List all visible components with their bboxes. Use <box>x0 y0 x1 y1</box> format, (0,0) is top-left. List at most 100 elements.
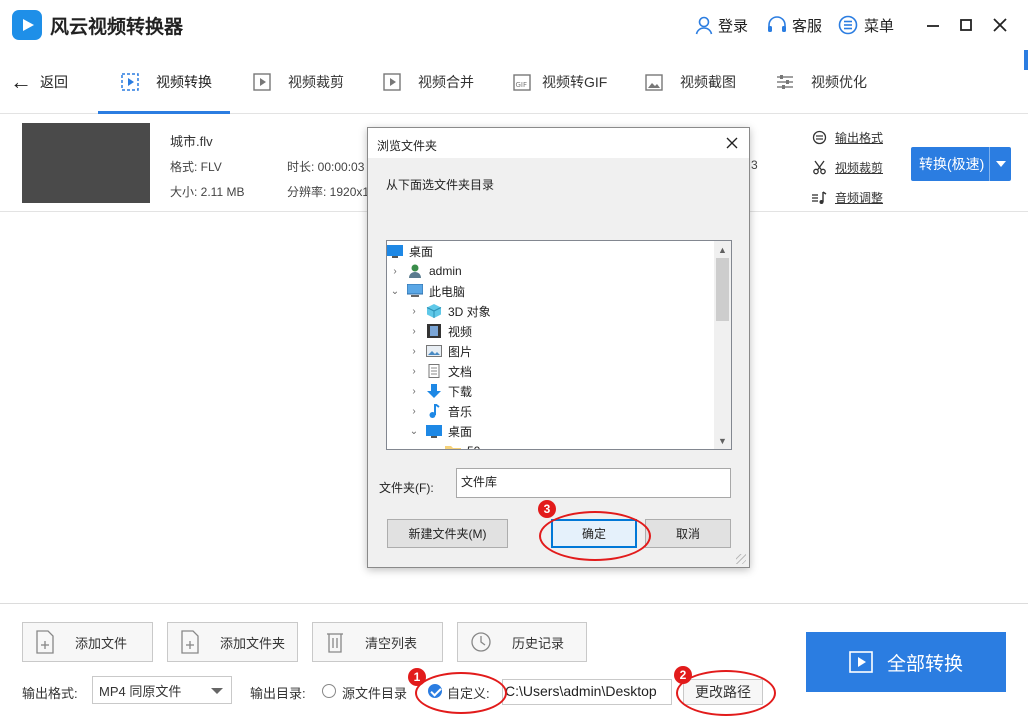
clear-list-button[interactable]: 清空列表 <box>312 622 443 662</box>
menu-button[interactable]: 菜单 <box>838 14 894 36</box>
download-icon <box>427 384 441 398</box>
user-icon <box>409 264 421 278</box>
close-button[interactable] <box>989 14 1011 36</box>
scroll-down-icon[interactable]: ▼ <box>714 432 731 449</box>
history-button[interactable]: 历史记录 <box>457 622 587 662</box>
tab-label: 视频优化 <box>811 73 867 90</box>
tree-item-desktop[interactable]: ⌄ 桌面 <box>408 421 472 441</box>
chevron-right-icon[interactable]: › <box>389 266 401 277</box>
folder-tree[interactable]: 桌面 › admin ⌄ 此电脑 › 3D 对象 › 视频 › 图片 › 文档 … <box>386 240 732 450</box>
maximize-button[interactable] <box>955 14 977 36</box>
music-icon <box>429 404 440 418</box>
tree-item-desktop-root[interactable]: 桌面 <box>387 241 433 261</box>
tab-video-convert[interactable]: 视频转换 <box>98 50 230 114</box>
bottom-panel: 添加文件 添加文件夹 清空列表 历史记录 全部转换 输出格式: MP4 同原文件… <box>0 603 1028 721</box>
chevron-right-icon[interactable]: › <box>408 326 420 337</box>
back-button[interactable]: ← 返回 <box>10 71 68 93</box>
folder-icon <box>445 446 461 449</box>
clock-icon <box>471 632 491 652</box>
dialog-close-button[interactable] <box>721 132 743 154</box>
screenshot-icon <box>645 73 663 91</box>
close-icon <box>993 18 1007 32</box>
add-folder-icon <box>181 630 199 654</box>
tab-label: 视频合并 <box>418 73 474 90</box>
history-label: 历史记录 <box>512 635 565 651</box>
scroll-up-icon[interactable]: ▲ <box>714 241 731 258</box>
chevron-down-icon[interactable]: ⌄ <box>389 286 401 297</box>
convert-options-dropdown[interactable] <box>989 147 1011 181</box>
output-format-select[interactable]: MP4 同原文件 <box>92 676 232 704</box>
convert-fast-button[interactable]: 转换(极速) <box>911 147 1011 181</box>
app-logo-icon <box>12 10 42 40</box>
tree-item-label: 桌面 <box>448 424 473 439</box>
add-folder-button[interactable]: 添加文件夹 <box>167 622 298 662</box>
tab-video-to-gif[interactable]: GIF 视频转GIF <box>512 50 607 113</box>
chevron-down-icon[interactable]: ⌄ <box>408 426 420 437</box>
computer-icon <box>407 284 423 297</box>
tab-video-merge[interactable]: 视频合并 <box>382 50 474 113</box>
dialog-title-bar: 浏览文件夹 <box>368 128 749 158</box>
annotation-badge-1: 1 <box>408 668 426 686</box>
login-button[interactable]: 登录 <box>694 14 748 36</box>
output-dir-label: 输出目录: <box>250 686 306 701</box>
video-folder-icon <box>427 324 441 338</box>
menu-label: 菜单 <box>864 17 895 35</box>
tree-scrollbar[interactable]: ▲ ▼ <box>714 241 731 449</box>
service-label: 客服 <box>792 17 823 35</box>
3d-objects-icon <box>426 304 442 318</box>
chevron-right-icon[interactable]: › <box>408 346 420 357</box>
video-merge-icon <box>383 72 401 91</box>
chevron-right-icon[interactable]: › <box>408 306 420 317</box>
tab-video-crop[interactable]: 视频裁剪 <box>252 50 344 113</box>
file-duration: 时长: 00:00:03 <box>287 160 365 174</box>
svg-text:GIF: GIF <box>516 81 528 89</box>
source-dir-radio[interactable] <box>322 684 336 698</box>
cancel-button[interactable]: 取消 <box>645 519 731 548</box>
new-folder-button[interactable]: 新建文件夹(M) <box>387 519 508 548</box>
chevron-right-icon[interactable]: › <box>408 406 420 417</box>
folder-name-field[interactable]: 文件库 <box>456 468 731 498</box>
video-crop-icon <box>253 72 271 91</box>
output-format-label: 输出格式 <box>835 131 884 145</box>
tree-item-videos[interactable]: › 视频 <box>408 321 472 341</box>
tree-item-music[interactable]: › 音乐 <box>408 401 472 421</box>
output-path-field[interactable]: C:\Users\admin\Desktop <box>502 679 672 705</box>
audio-adjust-link[interactable]: 音频调整 <box>812 189 883 206</box>
gif-icon: GIF <box>513 73 531 91</box>
app-title: 风云视频转换器 <box>50 17 184 38</box>
custom-dir-radio[interactable] <box>428 684 442 698</box>
customer-service-button[interactable]: 客服 <box>766 14 822 36</box>
chevron-down-icon <box>211 688 223 694</box>
optimize-icon <box>777 74 793 89</box>
tab-video-optimize[interactable]: 视频优化 <box>775 50 867 113</box>
tree-item-3d-objects[interactable]: › 3D 对象 <box>408 301 491 321</box>
scrollbar-thumb[interactable] <box>716 258 729 321</box>
source-dir-label: 源文件目录 <box>342 686 408 701</box>
convert-all-button[interactable]: 全部转换 <box>806 632 1006 692</box>
ok-button[interactable]: 确定 <box>551 519 637 548</box>
minimize-button[interactable] <box>922 14 944 36</box>
chevron-right-icon[interactable]: › <box>408 366 420 377</box>
annotation-badge-2: 2 <box>674 666 692 684</box>
tree-item-pictures[interactable]: › 图片 <box>408 341 472 361</box>
tab-label: 视频转换 <box>156 73 212 90</box>
chevron-down-icon <box>995 161 1006 167</box>
tree-item-label: 桌面 <box>409 244 434 259</box>
chevron-right-icon[interactable]: › <box>408 386 420 397</box>
convert-all-label: 全部转换 <box>886 653 963 675</box>
change-path-button[interactable]: 更改路径 <box>683 679 763 705</box>
tree-item-documents[interactable]: › 文档 <box>408 361 472 381</box>
custom-dir-label: 自定义: <box>447 686 490 701</box>
output-format-value: MP4 同原文件 <box>99 683 182 699</box>
tab-label: 视频转GIF <box>542 73 608 90</box>
tree-item-this-pc[interactable]: ⌄ 此电脑 <box>389 281 465 301</box>
add-file-button[interactable]: 添加文件 <box>22 622 153 662</box>
resize-grip[interactable] <box>736 554 746 564</box>
tree-item-folder-50[interactable]: 50 <box>427 441 480 449</box>
tree-item-admin[interactable]: › admin <box>389 261 462 281</box>
headset-icon <box>768 16 786 32</box>
output-format-link[interactable]: 输出格式 <box>812 129 883 146</box>
tab-video-screenshot[interactable]: 视频截图 <box>644 50 736 113</box>
video-crop-link[interactable]: 视频裁剪 <box>812 159 883 176</box>
tree-item-downloads[interactable]: › 下载 <box>408 381 472 401</box>
